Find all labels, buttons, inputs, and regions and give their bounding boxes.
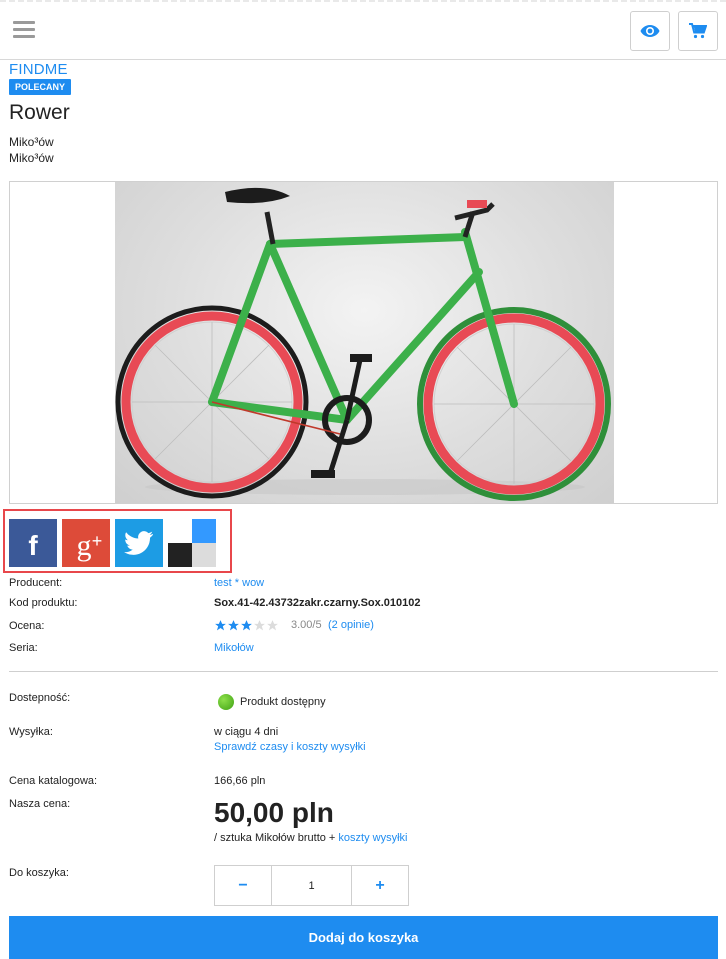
svg-text:f: f [28, 530, 38, 561]
google-plus-icon: g + [77, 529, 103, 562]
our-price-value: 50,00 pln [214, 797, 334, 828]
top-border-decoration [0, 0, 726, 2]
rating-score: 3.00/5 [291, 619, 322, 631]
eye-icon [640, 25, 660, 37]
star-filled-icon [241, 620, 252, 631]
star-empty-icon [267, 620, 278, 631]
quantity-input[interactable] [272, 866, 351, 905]
twitter-icon [124, 531, 153, 555]
product-image-frame[interactable] [9, 181, 718, 504]
our-price-label: Nasza cena: [9, 798, 71, 810]
top-bar [0, 0, 726, 60]
rating-label: Ocena: [9, 620, 45, 632]
availability-value: Produkt dostępny [240, 696, 326, 708]
twitter-share-button[interactable] [115, 519, 163, 567]
increase-quantity-button[interactable]: + [351, 866, 408, 905]
star-empty-icon [254, 620, 265, 631]
delicious-icon [168, 519, 216, 567]
google-plus-share-button[interactable]: g + [62, 519, 110, 567]
product-photo[interactable] [115, 182, 614, 503]
star-filled-icon [215, 620, 226, 631]
delicious-share-button[interactable] [168, 519, 216, 567]
recommended-badge: POLECANY [9, 79, 72, 95]
svg-text:g: g [77, 529, 92, 562]
hamburger-icon[interactable] [13, 21, 35, 39]
product-location: Miko³ów [9, 151, 54, 165]
price-unit-note: / sztuka Mikołów brutto + [214, 832, 339, 844]
series-label: Seria: [9, 642, 38, 654]
product-location: Miko³ów [9, 135, 54, 149]
availability-label: Dostepność: [9, 692, 71, 704]
decrease-quantity-button[interactable]: − [215, 866, 272, 905]
product-code-label: Kod produktu: [9, 597, 78, 609]
shipping-info-link[interactable]: Sprawdź czasy i koszty wysyłki [214, 741, 366, 753]
price-unit-text: / sztuka Mikołów brutto + koszty wysyłki [214, 832, 407, 844]
star-filled-icon [228, 620, 239, 631]
product-title: Rower [9, 101, 70, 124]
quantity-stepper: − + [214, 865, 409, 906]
view-button[interactable] [630, 11, 670, 51]
producer-link[interactable]: test * wow [214, 577, 264, 589]
add-to-cart-button[interactable]: Dodaj do koszyka [9, 916, 718, 959]
producer-label: Producent: [9, 577, 63, 589]
shipping-cost-link[interactable]: koszty wysyłki [338, 832, 407, 844]
bicycle-illustration [115, 187, 611, 501]
available-status-icon [218, 694, 234, 710]
reviews-link[interactable]: (2 opinie) [328, 619, 374, 631]
facebook-icon: f [28, 530, 38, 561]
catalog-price-label: Cena katalogowa: [9, 775, 98, 787]
cart-label: Do koszyka: [9, 867, 69, 879]
shipping-time: w ciągu 4 dni [214, 726, 279, 738]
catalog-price-value: 166,66 pln [214, 775, 266, 787]
facebook-share-button[interactable]: f [9, 519, 57, 567]
svg-text:+: + [92, 531, 103, 551]
series-link[interactable]: Mikołów [214, 642, 254, 654]
rating-stars [214, 619, 279, 632]
social-share-group: f g + [3, 509, 232, 573]
brand-link[interactable]: FINDME [9, 61, 68, 78]
shipping-label: Wysyłka: [9, 726, 53, 738]
divider [9, 671, 718, 672]
product-code-value: Sox.41-42.43732zakr.czarny.Sox.010102 [214, 597, 421, 609]
cart-icon [689, 23, 707, 39]
cart-button[interactable] [678, 11, 718, 51]
